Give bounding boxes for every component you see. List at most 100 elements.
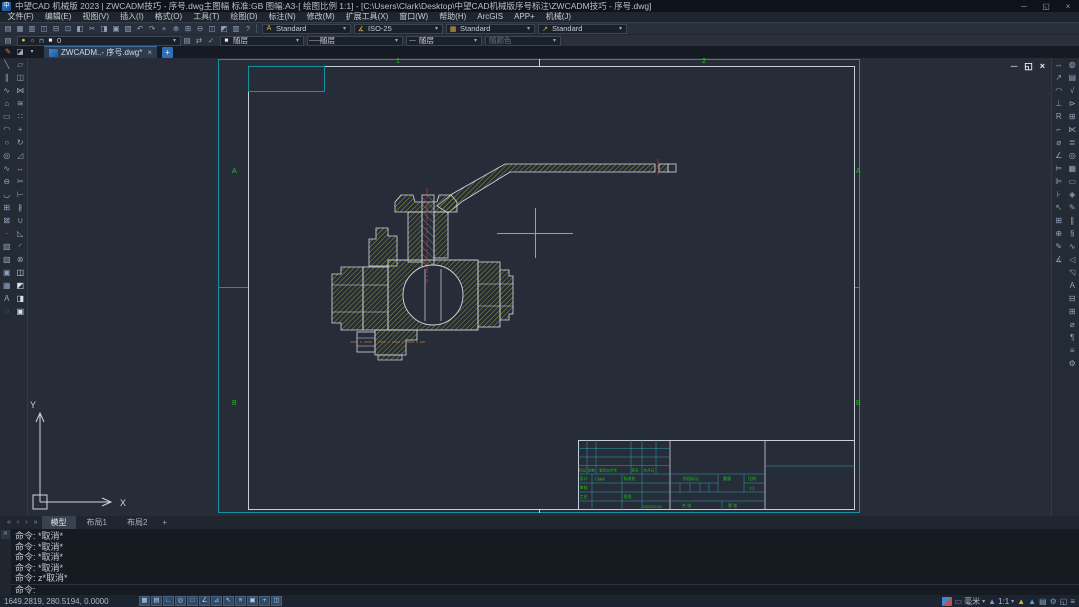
thread-icon[interactable]: ≣ — [1066, 136, 1079, 149]
window-minimize-button[interactable]: ─ — [1013, 2, 1035, 11]
hatch-icon[interactable]: ▨ — [0, 240, 13, 253]
mirror-icon[interactable]: ⋈ — [14, 84, 27, 97]
units-dropdown[interactable]: ▭ 毫米 ▾ — [955, 596, 986, 607]
new-file-icon[interactable]: ▤ — [2, 24, 14, 34]
diameter-dimension-icon[interactable]: ⌀ — [1052, 136, 1065, 149]
zoom-window-icon[interactable]: ⊞ — [182, 24, 194, 34]
design-center-icon[interactable]: ⊟ — [1066, 292, 1079, 305]
tab-model[interactable]: 模型 — [42, 516, 76, 529]
table-icon[interactable]: ▦ — [0, 279, 13, 292]
next-layout-button[interactable]: › — [22, 519, 30, 526]
prev-layout-button[interactable]: ‹ — [14, 519, 22, 526]
object-snap-toggle[interactable]: □ — [187, 596, 198, 606]
angular-dimension-icon[interactable]: ∠ — [1052, 149, 1065, 162]
paste-clip-icon[interactable]: ◩ — [14, 279, 27, 292]
circle-icon[interactable]: ○ — [0, 136, 13, 149]
make-block-icon[interactable]: ⊠ — [0, 214, 13, 227]
text-style-dropdown[interactable]: A Standard ▾ — [262, 24, 351, 34]
multiline-text-icon[interactable]: A — [0, 292, 13, 305]
plot-monitor-icon[interactable]: ▤ — [1039, 597, 1047, 606]
command-input[interactable]: 命令: — [11, 584, 1079, 596]
break-line-icon[interactable]: ∿ — [1066, 240, 1079, 253]
rotate-icon[interactable]: ↻ — [14, 136, 27, 149]
datum-symbol-icon[interactable]: ⊳ — [1066, 97, 1079, 110]
move-icon[interactable]: + — [14, 123, 27, 136]
help-icon[interactable]: ? — [242, 24, 254, 34]
save-icon[interactable]: ▥ — [26, 24, 38, 34]
gradient-icon[interactable]: ▧ — [0, 253, 13, 266]
zoom-previous-icon[interactable]: ⊖ — [194, 24, 206, 34]
quick-properties-toggle[interactable]: ◫ — [271, 596, 282, 606]
snap-mode-toggle[interactable]: ▤ — [151, 596, 162, 606]
menu-edit[interactable]: 编辑(E) — [39, 12, 77, 22]
lineweight-display-toggle[interactable]: ≡ — [235, 596, 246, 606]
join-icon[interactable]: ∪ — [14, 214, 27, 227]
document-tab[interactable]: ZWCADM..- 序号.dwg* × — [44, 46, 157, 58]
layer-states-icon[interactable]: ▤ — [181, 36, 193, 46]
layer-on-icon[interactable]: ● — [19, 37, 28, 44]
color-dropdown[interactable]: ■ 随层 ▾ — [220, 36, 304, 46]
settings-tool-icon[interactable]: ⚙ — [1066, 357, 1079, 370]
app-menu-icon[interactable]: ≡ — [1070, 597, 1075, 606]
polyline-icon[interactable]: ∿ — [0, 84, 13, 97]
ortho-mode-toggle[interactable]: ∟ — [163, 596, 174, 606]
polygon-icon[interactable]: ⌂ — [0, 97, 13, 110]
balloon-icon[interactable]: ◍ — [1066, 58, 1079, 71]
erase-icon[interactable]: ▱ — [14, 58, 27, 71]
dimension-style-dropdown[interactable]: ∡ ISO-25 ▾ — [354, 24, 443, 34]
chamfer-icon[interactable]: ◺ — [14, 227, 27, 240]
parts-list-icon[interactable]: ▤ — [1066, 71, 1079, 84]
layer-lock-icon[interactable]: ⊓ — [37, 37, 46, 45]
aligned-dimension-icon[interactable]: ↗ — [1052, 71, 1065, 84]
jogged-icon[interactable]: ⌐ — [1052, 123, 1065, 136]
make-layer-current-icon[interactable]: ✓ — [205, 36, 217, 46]
annotate-icon[interactable]: ¶ — [1066, 331, 1079, 344]
multileader-style-dropdown[interactable]: ↗ Standard ▾ — [538, 24, 627, 34]
auto-annotation-icon[interactable]: ▲ — [1028, 597, 1036, 606]
baseline-dimension-icon[interactable]: ⊫ — [1052, 175, 1065, 188]
explode-icon[interactable]: ⊗ — [14, 253, 27, 266]
layer-walk-icon[interactable]: ≡ — [1066, 344, 1079, 357]
offset-icon[interactable]: ≋ — [14, 97, 27, 110]
scale-icon[interactable]: ◿ — [14, 149, 27, 162]
last-layout-button[interactable]: » — [31, 519, 41, 526]
ellipse-arc-icon[interactable]: ◡ — [0, 188, 13, 201]
save-as-icon[interactable]: ◫ — [38, 24, 50, 34]
layer-properties-manager-icon[interactable]: ▤ — [2, 36, 14, 46]
chamfer-dim-icon[interactable]: ◹ — [1066, 266, 1079, 279]
paste-icon[interactable]: ▣ — [110, 24, 122, 34]
menu-format[interactable]: 格式(O) — [149, 12, 188, 22]
settings-gear-icon[interactable]: ⚙ — [1050, 597, 1057, 606]
menu-help[interactable]: 帮助(H) — [434, 12, 472, 22]
polar-tracking-toggle[interactable]: ◎ — [175, 596, 186, 606]
layer-color-swatch[interactable]: ■ — [46, 37, 55, 44]
center-mark-icon[interactable]: ⊕ — [1052, 227, 1065, 240]
continue-dimension-icon[interactable]: ⊦ — [1052, 188, 1065, 201]
spline-icon[interactable]: ∿ — [0, 162, 13, 175]
match-properties-icon[interactable]: ▧ — [122, 24, 134, 34]
menu-arcgis[interactable]: ArcGIS — [472, 12, 509, 22]
pan-icon[interactable]: + — [158, 24, 170, 34]
construction-icon[interactable]: ∥ — [1066, 214, 1079, 227]
construction-line-icon[interactable]: ∥ — [0, 71, 13, 84]
break-icon[interactable]: ∦ — [14, 201, 27, 214]
line-icon[interactable]: ╲ — [0, 58, 13, 71]
paste-block-icon[interactable]: ◨ — [14, 292, 27, 305]
properties-palette-icon[interactable]: ▥ — [230, 24, 242, 34]
dynamic-input-toggle[interactable]: ↖ — [223, 596, 234, 606]
window-maximize-button[interactable]: ◱ — [1035, 2, 1057, 11]
tolerance-icon[interactable]: ⊞ — [1052, 214, 1065, 227]
extend-icon[interactable]: ⊢ — [14, 188, 27, 201]
dimension-style-icon[interactable]: ∡ — [1052, 253, 1065, 266]
menu-insert[interactable]: 插入(I) — [115, 12, 150, 22]
draw-order-icon[interactable]: ✎ — [2, 47, 14, 57]
weld-symbol-icon[interactable]: ⋉ — [1066, 123, 1079, 136]
mdi-close-button[interactable]: × — [1040, 61, 1045, 72]
center-hole-icon[interactable]: ◎ — [1066, 149, 1079, 162]
mdi-restore-button[interactable]: ◱ — [1024, 61, 1033, 72]
copy-clip-icon[interactable]: ◫ — [14, 266, 27, 279]
viewports-icon[interactable]: ◫ — [206, 24, 218, 34]
ellipse-icon[interactable]: ⊖ — [0, 175, 13, 188]
insert-block-icon[interactable]: ⊞ — [0, 201, 13, 214]
stretch-icon[interactable]: ↔ — [14, 162, 27, 175]
